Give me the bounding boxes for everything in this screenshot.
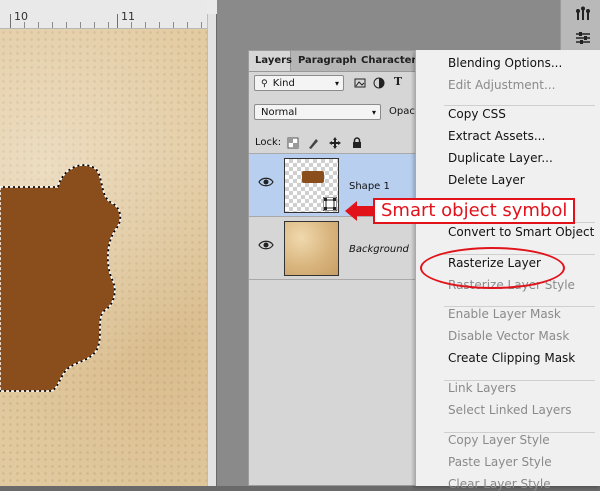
menu-item-create-clipping-mask[interactable]: Create Clipping Mask [448, 351, 575, 365]
menu-item-disable-vector-mask[interactable]: Disable Vector Mask [448, 329, 569, 343]
adjustments-icon[interactable] [575, 30, 591, 46]
search-icon: ⚲ [261, 79, 268, 89]
menu-separator [444, 306, 595, 307]
tab-layers[interactable]: Layers [249, 51, 292, 71]
menu-item-select-linked-layers[interactable]: Select Linked Layers [448, 403, 572, 417]
menu-item-edit-adjustment[interactable]: Edit Adjustment... [448, 78, 555, 92]
layer-name-shape: Shape 1 [349, 181, 390, 192]
lock-position-icon[interactable] [329, 137, 341, 149]
layer-row-background[interactable]: Background [249, 217, 442, 280]
filter-kind-select[interactable]: ⚲ Kind ▾ [254, 75, 344, 91]
ruler-label-11: 11 [121, 10, 135, 23]
eye-icon[interactable] [258, 176, 274, 188]
menu-item-duplicate-layer[interactable]: Duplicate Layer... [448, 151, 553, 165]
blend-mode-value: Normal [261, 107, 298, 118]
pixel-layer-filter-icon[interactable] [354, 77, 366, 89]
menu-item-blending-options[interactable]: Blending Options... [448, 56, 562, 70]
menu-item-convert-to-smart-object[interactable]: Convert to Smart Object [448, 225, 594, 239]
horizontal-ruler: 10 11 [0, 0, 207, 29]
lock-all-icon[interactable] [351, 137, 363, 149]
menu-separator [444, 105, 595, 106]
ruler-corner [207, 0, 217, 14]
menu-item-enable-layer-mask[interactable]: Enable Layer Mask [448, 307, 561, 321]
menu-item-copy-layer-style[interactable]: Copy Layer Style [448, 433, 550, 447]
smart-object-icon [323, 197, 337, 211]
menu-item-delete-layer[interactable]: Delete Layer [448, 173, 525, 187]
menu-item-paste-layer-style[interactable]: Paste Layer Style [448, 455, 552, 469]
blend-mode-select[interactable]: Normal ▾ [254, 104, 381, 120]
lock-image-pixels-icon[interactable] [307, 137, 319, 149]
menu-separator [444, 432, 595, 433]
annotation-callout: Smart object symbol [373, 198, 576, 224]
menu-item-extract-assets[interactable]: Extract Assets... [448, 129, 545, 143]
tab-character[interactable]: Character [355, 51, 419, 71]
menu-item-copy-css[interactable]: Copy CSS [448, 107, 506, 121]
filter-kind-value: Kind [272, 78, 295, 89]
brush-presets-icon[interactable] [575, 6, 591, 22]
panel-tabs: Layers Paragraph Character [249, 51, 442, 72]
layer-thumbnail [284, 221, 339, 276]
document-canvas[interactable] [0, 29, 207, 486]
menu-item-clear-layer-style[interactable]: Clear Layer Style [448, 477, 551, 491]
lock-label: Lock: [255, 137, 282, 148]
tab-paragraph[interactable]: Paragraph [292, 51, 357, 71]
layer-thumbnail [284, 158, 339, 213]
vertical-scrollbar[interactable] [207, 14, 216, 486]
adjustment-layer-filter-icon[interactable] [373, 77, 385, 89]
opacity-label: Opac [389, 106, 415, 117]
menu-item-link-layers[interactable]: Link Layers [448, 381, 516, 395]
layer-name-background: Background [349, 244, 409, 255]
annotation-circle [420, 247, 565, 289]
menu-separator [444, 380, 595, 381]
type-layer-filter-icon[interactable]: T [392, 76, 404, 88]
eye-icon[interactable] [258, 239, 274, 251]
ruler-label-10: 10 [14, 10, 28, 23]
panel-icon-strip [560, 0, 600, 52]
chevron-down-icon: ▾ [334, 79, 339, 88]
annotation-arrow [345, 201, 374, 221]
layers-panel: Layers Paragraph Character ⚲ Kind ▾ T No… [248, 50, 443, 486]
lock-transparent-pixels-icon[interactable] [287, 137, 299, 149]
chevron-down-icon: ▾ [371, 108, 376, 117]
shape-layer-artwork [0, 164, 122, 392]
